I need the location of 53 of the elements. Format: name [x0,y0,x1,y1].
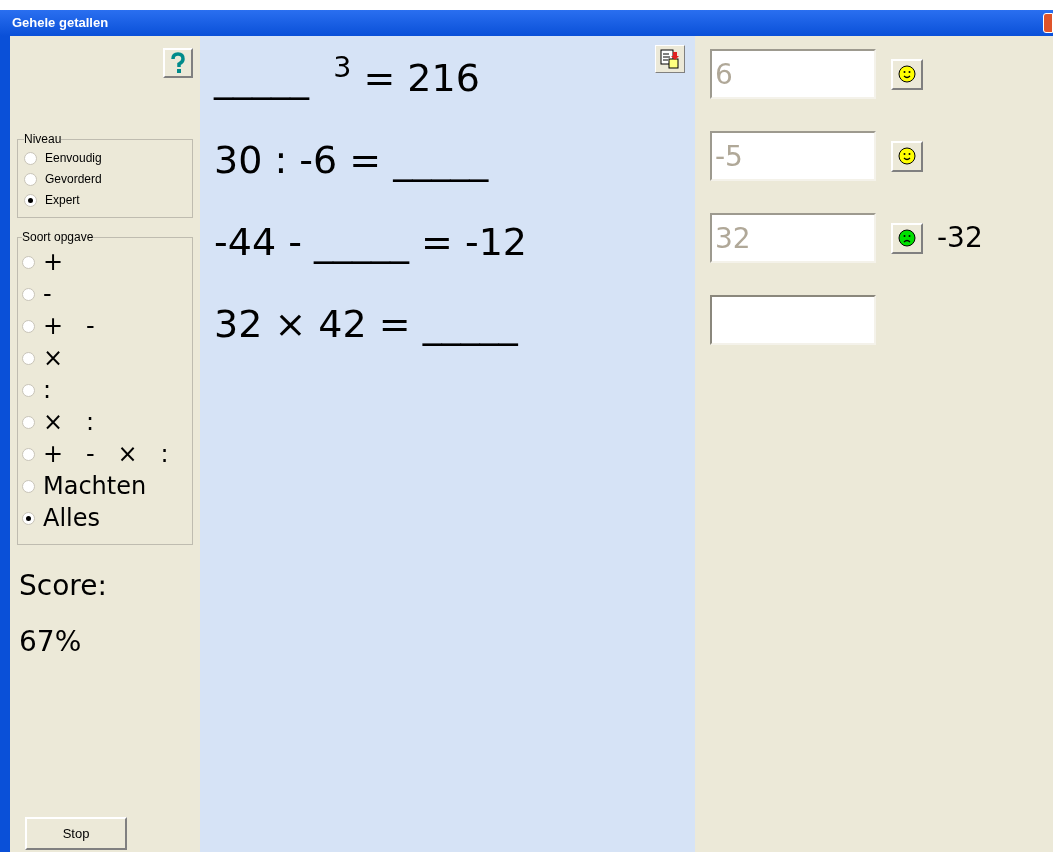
radio-button[interactable] [22,287,35,301]
radio-button[interactable] [24,194,37,207]
radio-option[interactable]: Machten [22,470,188,502]
radio-button[interactable] [22,351,35,365]
close-button[interactable] [1043,13,1053,33]
radio-button[interactable] [22,415,35,429]
math-problem: _____ $^{3}$ = 216 [214,52,481,102]
radio-option[interactable]: - [22,278,188,310]
radio-option[interactable]: Eenvoudig [24,148,186,169]
radio-label: - [43,279,52,310]
radio-button[interactable] [24,152,37,165]
radio-option[interactable]: Expert [24,190,186,211]
radio-option[interactable]: Alles [22,502,188,534]
radio-option[interactable]: : [22,374,188,406]
help-button[interactable] [163,48,193,78]
radio-option[interactable]: Gevorderd [24,169,186,190]
radio-label: × : [43,407,95,438]
radio-option[interactable]: × [22,342,188,374]
radio-option[interactable]: + - [22,310,188,342]
radio-option[interactable]: + [22,246,188,278]
radio-button[interactable] [22,447,35,461]
radio-label: × [43,343,64,374]
group-title: Niveau [24,131,62,148]
radio-option[interactable]: × : [22,406,188,438]
correct-answer: -32 [937,220,983,256]
answer-field[interactable] [710,295,876,345]
radio-button[interactable] [22,383,35,397]
radio-label: Eenvoudig [45,150,102,167]
radio-label: + [43,247,64,278]
radio-label: + - × : [43,439,169,470]
radio-label: : [43,375,52,406]
math-problem: -44 - _____ = -12 [214,219,528,266]
radio-label: Machten [43,471,147,502]
radio-button[interactable] [22,511,35,525]
math-problem: 30 : -6 = _____ [214,137,490,184]
score-label: Score: [19,568,108,604]
radio-option[interactable]: + - × : [22,438,188,470]
copy-button[interactable] [655,45,685,73]
radio-button[interactable] [22,479,35,493]
radio-label: Gevorderd [45,171,102,188]
radio-button[interactable] [22,319,35,333]
radio-label: Expert [45,192,80,209]
score-value: 67% [19,624,83,660]
math-problem: 32 × 42 = _____ [214,301,519,348]
group-title: Soort opgave [22,229,94,246]
radio-label: Alles [43,503,101,534]
radio-button[interactable] [24,173,37,186]
help-icon [170,52,186,74]
stop-button[interactable]: Stop [25,817,127,850]
radio-button[interactable] [22,255,35,269]
window-title: Gehele getallen [12,14,109,33]
document-icon [660,49,680,69]
radio-label: + - [43,311,95,342]
